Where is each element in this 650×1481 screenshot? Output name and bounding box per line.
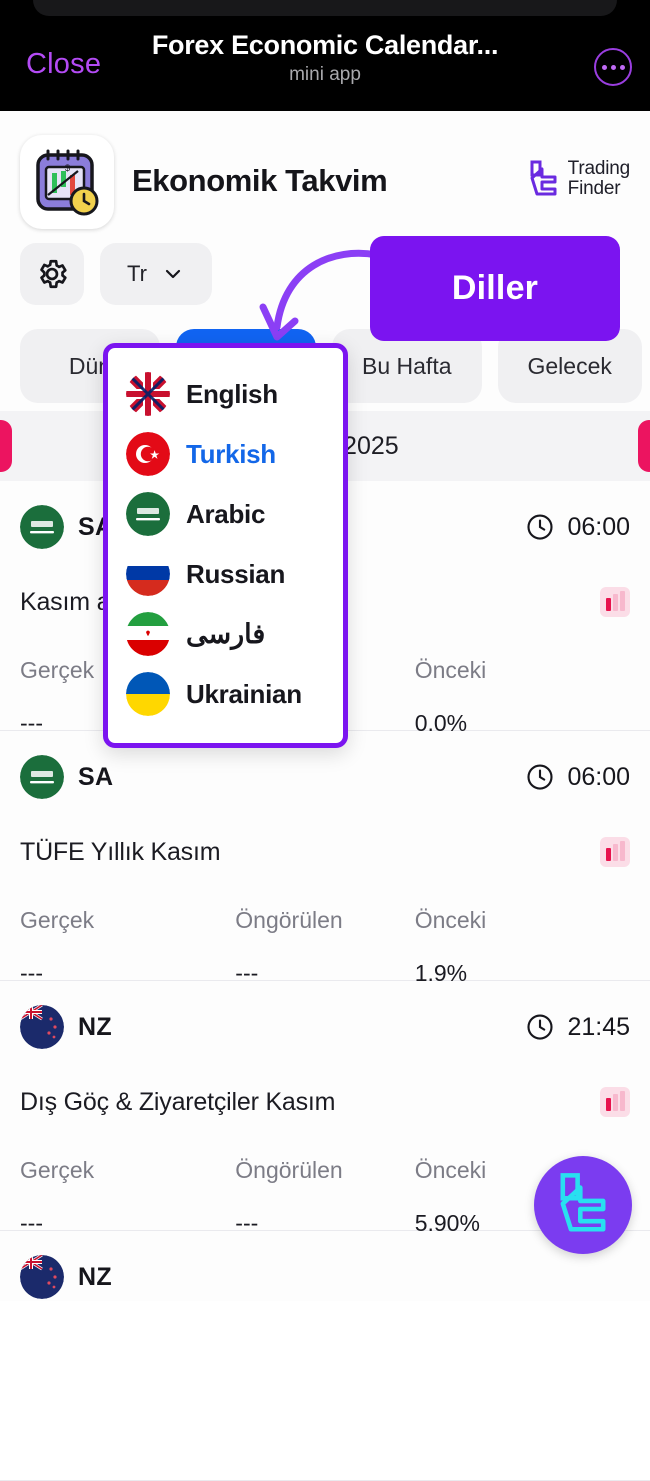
table-row[interactable]: NZ [0, 1231, 650, 1481]
forecast-column: Öngörülen --- [235, 1157, 414, 1237]
language-select-button[interactable]: Tr [100, 243, 212, 305]
event-time: 06:00 [567, 762, 630, 791]
language-option-russian[interactable]: Russian [108, 544, 343, 604]
brand-line-2: Finder [567, 178, 621, 199]
telegram-topbar: Close Forex Economic Calendar... mini ap… [0, 0, 650, 111]
event-name: Dış Göç & Ziyaretçiler Kasım [20, 1087, 336, 1116]
event-time: 06:00 [567, 512, 630, 541]
flag-nz-icon [20, 1255, 64, 1299]
settings-button[interactable] [20, 243, 84, 305]
flag-gb-icon [126, 372, 170, 416]
actual-column: Gerçek --- [20, 907, 235, 987]
language-label: English [186, 378, 278, 409]
clock-icon [527, 1014, 553, 1040]
country-code: NZ [78, 1262, 112, 1291]
tradingfinder-fab-button[interactable] [534, 1156, 632, 1254]
previous-column: Önceki 0.0% [415, 657, 630, 737]
flag-sa-icon [20, 755, 64, 799]
ellipsis-icon[interactable] [594, 48, 632, 86]
language-dropdown[interactable]: English Turkish Arabic Russian فارسی Ukr… [103, 343, 348, 748]
app-header: $ Ekonomik Takvim Trading Finder [0, 111, 650, 243]
next-day-button[interactable] [638, 420, 650, 472]
brand-text: Trading Finder [567, 158, 631, 199]
event-time: 21:45 [567, 1012, 630, 1041]
gear-icon [40, 259, 67, 289]
app-title: Ekonomik Takvim [132, 163, 388, 198]
language-option-ukrainian[interactable]: Ukrainian [108, 664, 343, 724]
impact-bars-icon [600, 837, 630, 867]
prev-day-button[interactable] [0, 420, 12, 472]
language-option-farsi[interactable]: فارسی [108, 604, 343, 664]
impact-bars-icon [600, 1087, 630, 1117]
language-option-arabic[interactable]: Arabic [108, 484, 343, 544]
clock-icon [527, 514, 553, 540]
status-notch [33, 0, 617, 16]
calendar-chart-icon: $ [20, 135, 114, 229]
forecast-label: Öngörülen [235, 1157, 343, 1183]
event-time-group: 06:00 [525, 762, 630, 792]
flag-ir-icon [126, 612, 170, 656]
event-header: NZ 21:45 [20, 981, 630, 1073]
brand-logo: Trading Finder [527, 159, 630, 199]
country-code: NZ [78, 1012, 112, 1041]
event-values: Gerçek --- Öngörülen --- Önceki 1.9% [20, 907, 630, 987]
clock-icon [527, 764, 553, 790]
impact-bars-icon [600, 587, 630, 617]
tradingfinder-fab-icon [560, 1173, 606, 1232]
previous-label: Önceki [414, 657, 487, 683]
event-title-row: Dış Göç & Ziyaretçiler Kasım [20, 1073, 630, 1131]
flag-sa-icon [126, 492, 170, 536]
chevron-down-icon [165, 269, 181, 279]
language-label: Turkish [186, 438, 276, 469]
language-option-english[interactable]: English [108, 364, 343, 424]
language-value: Tr [127, 261, 147, 286]
table-row[interactable]: SA 06:00 TÜFE Yıllık Kasım Gerçek --- Ön… [0, 731, 650, 986]
flag-sa-icon [20, 505, 64, 549]
tradingfinder-logo-icon [530, 160, 557, 196]
event-title-row: TÜFE Yıllık Kasım [20, 823, 630, 881]
flag-nz-icon [20, 1005, 64, 1049]
previous-column: Önceki 1.9% [415, 907, 630, 987]
diller-callout-badge: Diller [370, 236, 620, 341]
event-name: TÜFE Yıllık Kasım [20, 837, 221, 866]
actual-label: Gerçek [20, 1157, 95, 1183]
svg-text:$: $ [65, 163, 70, 173]
brand-line-1: Trading [567, 158, 631, 180]
event-time-group: 06:00 [525, 512, 630, 542]
event-header: NZ [20, 1231, 630, 1323]
actual-column: Gerçek --- [20, 1157, 235, 1237]
flag-ua-icon [126, 672, 170, 716]
language-label: Ukrainian [186, 678, 302, 709]
language-label: Arabic [186, 498, 266, 529]
forecast-column: Öngörülen --- [235, 907, 414, 987]
country-code: SA [78, 762, 114, 791]
flag-ru-icon [126, 552, 170, 596]
actual-label: Gerçek [20, 907, 95, 933]
language-label: فارسی [186, 618, 266, 649]
forecast-label: Öngörülen [235, 907, 343, 933]
previous-label: Önceki [414, 907, 487, 933]
language-label: Russian [186, 558, 286, 589]
language-option-turkish[interactable]: Turkish [108, 424, 343, 484]
flag-tr-icon [126, 432, 170, 476]
close-button[interactable]: Close [26, 48, 101, 81]
event-time-group: 21:45 [525, 1012, 630, 1042]
